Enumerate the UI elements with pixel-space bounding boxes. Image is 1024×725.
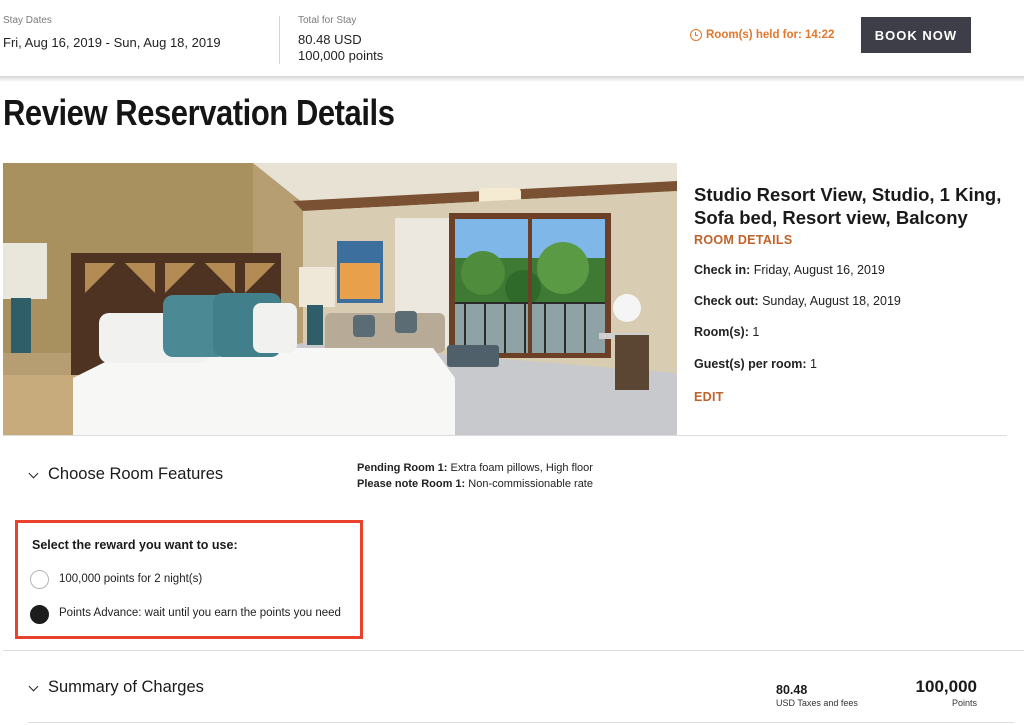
edit-link[interactable]: EDIT [694, 390, 724, 404]
room-name: Studio Resort View, Studio, 1 King, Sofa… [694, 184, 1002, 228]
guests-label: Guest(s) per room: [694, 357, 807, 371]
summary-of-charges-toggle[interactable]: Summary of Charges [48, 678, 204, 697]
check-in-value: Friday, August 16, 2019 [753, 263, 885, 277]
guests-row: Guest(s) per room: 1 [694, 357, 817, 371]
stay-dates: Stay Dates Fri, Aug 16, 2019 - Sun, Aug … [3, 15, 221, 50]
reward-radio-points[interactable] [30, 570, 49, 589]
note-row: Please note Room 1: Non-commissionable r… [357, 476, 593, 492]
rooms-value: 1 [752, 325, 760, 339]
divider [3, 435, 1007, 436]
room-photo-illustration [3, 163, 677, 435]
hold-text: Room(s) held for: 14:22 [706, 29, 835, 41]
total-label: Total for Stay [298, 15, 357, 26]
charges-usd-value: 80.48 [776, 683, 808, 697]
total-usd: 80.48 USD [298, 32, 362, 47]
stay-dates-label: Stay Dates [3, 15, 52, 26]
divider [279, 16, 280, 64]
note-value: Non-commissionable rate [468, 478, 593, 490]
charges-points-label: Points [951, 698, 977, 708]
check-in-row: Check in: Friday, August 16, 2019 [694, 263, 885, 277]
guests-value: 1 [810, 357, 817, 371]
note-label: Please note Room 1: [357, 478, 466, 490]
pending-label: Pending Room 1: [357, 462, 448, 474]
room-hold-timer: Room(s) held for: 14:22 [690, 29, 834, 41]
rooms-row: Room(s): 1 [694, 325, 759, 339]
reward-title: Select the reward you want to use: [32, 538, 238, 552]
reservation-summary-bar: Stay Dates Fri, Aug 16, 2019 - Sun, Aug … [0, 0, 1024, 76]
room-photo [3, 163, 677, 435]
rooms-label: Room(s): [694, 325, 749, 339]
page-title: Review Reservation Details [3, 92, 395, 133]
charges-points-value: 100,000 [915, 677, 977, 696]
clock-icon [690, 29, 702, 41]
book-now-button[interactable]: BOOK NOW [861, 17, 971, 53]
check-out-label: Check out: [694, 294, 759, 308]
check-in-label: Check in: [694, 263, 751, 277]
room-notes: Pending Room 1: Extra foam pillows, High… [357, 460, 593, 492]
chevron-down-icon[interactable] [28, 681, 39, 692]
reward-radio-points-advance[interactable] [30, 605, 49, 624]
total-points: 100,000 points [298, 48, 384, 63]
pending-row: Pending Room 1: Extra foam pillows, High… [357, 460, 593, 476]
reward-option-points-advance-label[interactable]: Points Advance: wait until you earn the … [59, 607, 341, 619]
room-info-panel: Studio Resort View, Studio, 1 King, Sofa… [677, 163, 1024, 435]
check-out-value: Sunday, August 18, 2019 [762, 294, 901, 308]
header-shadow [0, 76, 1024, 82]
reward-selection: Select the reward you want to use: 100,0… [15, 520, 363, 639]
divider [3, 650, 1024, 651]
reward-option-points-label[interactable]: 100,000 points for 2 night(s) [59, 573, 202, 585]
chevron-down-icon[interactable] [28, 468, 39, 479]
charges-usd-label: USD Taxes and fees [776, 698, 858, 708]
choose-room-features-toggle[interactable]: Choose Room Features [48, 465, 223, 484]
divider [28, 722, 1014, 723]
check-out-row: Check out: Sunday, August 18, 2019 [694, 294, 901, 308]
pending-value: Extra foam pillows, High floor [450, 462, 593, 474]
total-for-stay: Total for Stay 80.48 USD 100,000 points [298, 15, 383, 64]
stay-dates-value: Fri, Aug 16, 2019 - Sun, Aug 18, 2019 [3, 35, 221, 50]
room-details-link[interactable]: ROOM DETAILS [694, 233, 793, 247]
